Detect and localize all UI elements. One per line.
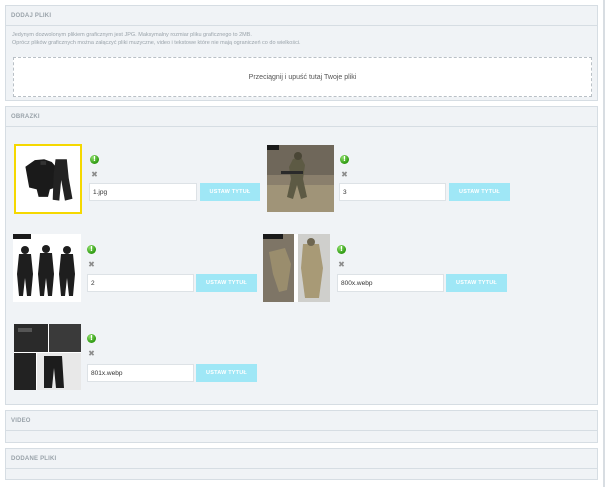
add-files-panel: DODAJ PLIKI Jedynym dozwolonym plikiem g… — [5, 5, 598, 101]
remove-icon[interactable]: ✖ — [90, 170, 99, 179]
upload-note-line2: Oprócz plików graficznych można załączyć… — [12, 40, 301, 46]
add-files-title: DODAJ PLIKI — [11, 12, 52, 19]
image-thumbnail-1[interactable] — [14, 144, 82, 214]
set-title-label: USTAW TYTUŁ — [206, 370, 247, 376]
filename-input-4[interactable] — [337, 274, 444, 292]
filename-input-2[interactable] — [339, 183, 446, 201]
images-header: OBRAZKI — [6, 107, 597, 127]
set-title-button-5[interactable]: USTAW TYTUŁ — [196, 364, 257, 382]
file-dropzone[interactable]: Przeciągnij i upuść tutaj Twoje pliki — [13, 57, 592, 97]
filename-input-3[interactable] — [87, 274, 194, 292]
remove-icon[interactable]: ✖ — [337, 260, 346, 269]
three-uniforms-photo — [13, 234, 81, 302]
images-panel: OBRAZKI ! ✖ USTAW TYTUŁ ! ✖ USTAW TYTUŁ — [5, 106, 598, 405]
filename-input-1[interactable] — [89, 183, 197, 201]
black-uniform-photo — [16, 146, 80, 212]
set-title-button-3[interactable]: USTAW TYTUŁ — [196, 274, 257, 292]
remove-icon[interactable]: ✖ — [340, 170, 349, 179]
ok-status-icon: ! — [87, 334, 96, 343]
soldier-field-photo — [267, 145, 334, 212]
set-title-label: USTAW TYTUŁ — [456, 280, 497, 286]
added-files-title: DODANE PLIKI — [11, 455, 57, 462]
set-title-button-4[interactable]: USTAW TYTUŁ — [446, 274, 507, 292]
video-title: VIDEO — [11, 417, 31, 424]
image-thumbnail-5[interactable] — [14, 324, 81, 390]
add-files-header: DODAJ PLIKI — [6, 6, 597, 26]
remove-icon[interactable]: ✖ — [87, 260, 96, 269]
ok-status-icon: ! — [337, 245, 346, 254]
set-title-button-2[interactable]: USTAW TYTUŁ — [449, 183, 510, 201]
image-thumbnail-2[interactable] — [267, 145, 334, 212]
images-title: OBRAZKI — [11, 113, 40, 120]
added-files-panel: DODANE PLIKI — [5, 448, 598, 480]
set-title-button-1[interactable]: USTAW TYTUŁ — [200, 183, 260, 201]
image-thumbnail-4[interactable] — [263, 234, 330, 302]
dropzone-label: Przeciągnij i upuść tutaj Twoje pliki — [248, 73, 357, 81]
filename-input-5[interactable] — [87, 364, 194, 382]
soldiers-multicam-photo — [263, 234, 330, 302]
added-files-header[interactable]: DODANE PLIKI — [6, 449, 597, 469]
ok-status-icon: ! — [90, 155, 99, 164]
image-thumbnail-3[interactable] — [13, 234, 81, 302]
set-title-label: USTAW TYTUŁ — [459, 189, 500, 195]
video-panel: VIDEO — [5, 410, 598, 443]
video-header[interactable]: VIDEO — [6, 411, 597, 431]
upload-note-line1: Jedynym dozwolonym plikiem graficznym je… — [12, 32, 252, 38]
set-title-label: USTAW TYTUŁ — [206, 280, 247, 286]
pants-detail-photo — [14, 324, 81, 390]
set-title-label: USTAW TYTUŁ — [209, 189, 251, 195]
remove-icon[interactable]: ✖ — [87, 349, 96, 358]
ok-status-icon: ! — [87, 245, 96, 254]
ok-status-icon: ! — [340, 155, 349, 164]
